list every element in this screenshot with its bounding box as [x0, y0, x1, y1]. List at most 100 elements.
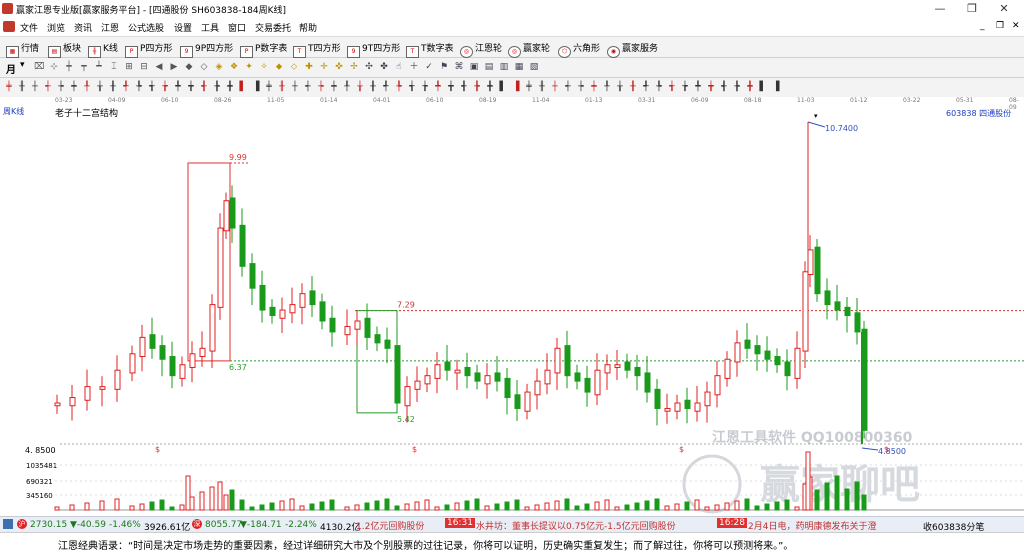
indicator-tool-icon[interactable]: ╃ [641, 82, 651, 92]
draw-tool-icon[interactable]: ▣ [469, 62, 479, 72]
draw-tool-icon[interactable]: ❖ [229, 62, 239, 72]
period-dropdown-icon[interactable]: ▾ [20, 60, 25, 70]
indicator-tool-icon[interactable]: ╫ [17, 82, 27, 92]
draw-tool-icon[interactable]: ◇ [199, 62, 209, 72]
indicator-tool-icon[interactable]: ╫ [537, 82, 547, 92]
indicator-tool-icon[interactable]: ╈ [446, 82, 456, 92]
news-ticker-1[interactable]: 1.2亿元回购股份 [356, 519, 424, 532]
indicator-tool-icon[interactable]: ╂ [628, 82, 638, 92]
draw-tool-icon[interactable]: ✣ [364, 62, 374, 72]
indicator-tool-icon[interactable]: ▌ [238, 82, 248, 92]
indicator-tool-icon[interactable]: ╄ [394, 82, 404, 92]
draw-tool-icon[interactable]: ⊞ [124, 62, 134, 72]
indicator-tool-icon[interactable]: ╋ [485, 82, 495, 92]
sector-button[interactable]: ▤ 板块 [48, 41, 81, 58]
grid-icon[interactable] [3, 519, 13, 529]
draw-tool-icon[interactable]: ▦ [514, 62, 524, 72]
draw-tool-icon[interactable]: ⊹ [49, 62, 59, 72]
indicator-tool-icon[interactable]: ╫ [277, 82, 287, 92]
indicator-tool-icon[interactable]: ╃ [121, 82, 131, 92]
indicator-tool-icon[interactable]: ┾ [56, 82, 66, 92]
indicator-tool-icon[interactable]: ╀ [602, 82, 612, 92]
draw-tool-icon[interactable]: ⊟ [139, 62, 149, 72]
indicator-tool-icon[interactable]: ┼ [30, 82, 40, 92]
indicator-tool-icon[interactable]: ╋ [225, 82, 235, 92]
menu-close[interactable]: ✕ [1012, 21, 1020, 31]
p-square-button[interactable]: P P四方形 [125, 41, 172, 58]
kline-chart[interactable]: 周K线 老子十二宫结构 603838 四通股份江恩工具软件 QQ100800360 赢… [0, 106, 1024, 516]
menu-min[interactable]: _ [980, 21, 985, 31]
indicator-tool-icon[interactable]: ╉ [199, 82, 209, 92]
indicator-tool-icon[interactable]: ╈ [186, 82, 196, 92]
menu-window[interactable]: 窗口 [228, 21, 246, 34]
indicator-tool-icon[interactable]: ╄ [654, 82, 664, 92]
kline-button[interactable]: ╫ K线 [88, 41, 118, 58]
chart-area[interactable]: 周K线 老子十二宫结构 603838 四通股份 江恩工具软件 QQ100800360 赢… [0, 106, 1024, 516]
maximize-button[interactable]: ❐ [956, 0, 988, 17]
minimize-button[interactable]: — [924, 0, 956, 17]
draw-tool-icon[interactable]: ▧ [529, 62, 539, 72]
indicator-tool-icon[interactable]: ╆ [160, 82, 170, 92]
indicator-tool-icon[interactable]: ╀ [82, 82, 92, 92]
indicator-tool-icon[interactable]: ╂ [108, 82, 118, 92]
menu-info[interactable]: 资讯 [74, 21, 92, 34]
menu-browse[interactable]: 浏览 [47, 21, 65, 34]
draw-tool-icon[interactable]: ＋ [409, 62, 419, 72]
indicator-tool-icon[interactable]: ╄ [134, 82, 144, 92]
menu-formula[interactable]: 公式选股 [128, 21, 164, 34]
indicator-tool-icon[interactable]: ┿ [589, 82, 599, 92]
indicator-tool-icon[interactable]: ▐ [251, 82, 261, 92]
menu-help[interactable]: 帮助 [299, 21, 317, 34]
indicator-tool-icon[interactable]: ▌ [758, 82, 768, 92]
draw-tool-icon[interactable]: ✦ [244, 62, 254, 72]
news-ticker-3[interactable]: 2月4日电，药明康德发布关于澄 [748, 519, 876, 532]
t-table-button[interactable]: T T数字表 [406, 41, 454, 58]
indicator-tool-icon[interactable]: ╇ [173, 82, 183, 92]
draw-tool-icon[interactable]: ⌘ [454, 62, 464, 72]
draw-tool-icon[interactable]: ✜ [334, 62, 344, 72]
period-selector[interactable]: 月 [6, 61, 16, 76]
gann-wheel-button[interactable]: ◎ 江恩轮 [460, 41, 502, 58]
indicator-tool-icon[interactable]: ╃ [381, 82, 391, 92]
menu-trade[interactable]: 交易委托 [255, 21, 291, 34]
indicator-tool-icon[interactable]: ╊ [732, 82, 742, 92]
indicator-tool-icon[interactable]: ╊ [472, 82, 482, 92]
indicator-tool-icon[interactable]: ┼ [550, 82, 560, 92]
draw-tool-icon[interactable]: ┷ [94, 62, 104, 72]
draw-tool-icon[interactable]: ✓ [424, 62, 434, 72]
indicator-tool-icon[interactable]: ┽ [303, 82, 313, 92]
t-square-button[interactable]: T T四方形 [293, 41, 341, 58]
close-button[interactable]: ✕ [988, 0, 1020, 17]
menu-restore[interactable]: ❐ [996, 21, 1004, 31]
draw-tool-icon[interactable]: ✛ [319, 62, 329, 72]
draw-tool-icon[interactable]: ☝ [394, 62, 404, 72]
indicator-tool-icon[interactable]: ╪ [524, 82, 534, 92]
indicator-tool-icon[interactable]: ┼ [290, 82, 300, 92]
indicator-tool-icon[interactable]: ╁ [95, 82, 105, 92]
menu-settings[interactable]: 设置 [174, 21, 192, 34]
draw-tool-icon[interactable]: ✢ [349, 62, 359, 72]
draw-tool-icon[interactable]: ◀ [154, 62, 164, 72]
indicator-tool-icon[interactable]: ┿ [329, 82, 339, 92]
indicator-tool-icon[interactable]: ╋ [745, 82, 755, 92]
draw-tool-icon[interactable]: ⬦ [289, 62, 299, 72]
draw-tool-icon[interactable]: ◆ [184, 62, 194, 72]
indicator-tool-icon[interactable]: ╊ [212, 82, 222, 92]
service-button[interactable]: ◉ 赢家服务 [607, 41, 658, 58]
draw-tool-icon[interactable]: ✚ [304, 62, 314, 72]
indicator-tool-icon[interactable]: ╆ [420, 82, 430, 92]
draw-tool-icon[interactable]: ⌧ [34, 62, 44, 72]
indicator-tool-icon[interactable]: ╂ [368, 82, 378, 92]
indicator-tool-icon[interactable]: ╅ [147, 82, 157, 92]
indicator-tool-icon[interactable]: ╅ [407, 82, 417, 92]
menu-tools[interactable]: 工具 [201, 21, 219, 34]
draw-tool-icon[interactable]: ▤ [484, 62, 494, 72]
indicator-tool-icon[interactable]: ╉ [719, 82, 729, 92]
draw-tool-icon[interactable]: ✤ [379, 62, 389, 72]
news-ticker-2[interactable]: 水井坊：董事长提议以0.75亿元-1.5亿元回购股份 [476, 519, 676, 532]
indicator-tool-icon[interactable]: ╉ [459, 82, 469, 92]
indicator-tool-icon[interactable]: ╪ [264, 82, 274, 92]
indicator-tool-icon[interactable]: ╪ [4, 82, 14, 92]
indicator-tool-icon[interactable]: ╈ [706, 82, 716, 92]
draw-tool-icon[interactable]: ┿ [64, 62, 74, 72]
